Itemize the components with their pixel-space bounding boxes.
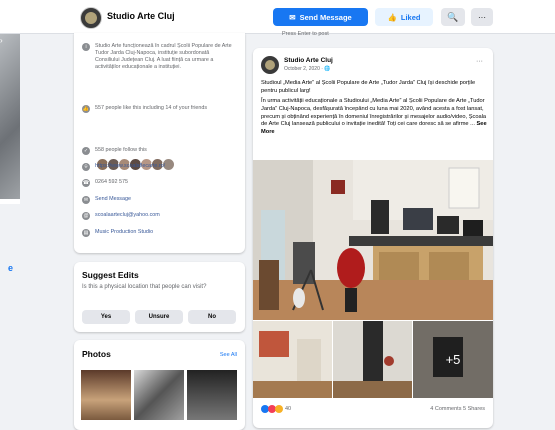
- globe-icon: ⌾: [82, 163, 90, 171]
- follows-row: ✓ 558 people follow this: [82, 147, 235, 155]
- see-all-link[interactable]: See All: [220, 352, 237, 358]
- post-card: Studio Arte Cluj October 2, 2020 · 🌐 ···…: [253, 48, 493, 428]
- comments-shares[interactable]: 4 Comments 5 Shares: [430, 406, 485, 412]
- follow-icon: ✓: [82, 147, 90, 155]
- page-header-bar: Studio Arte Cluj ✉ Send Message 👍 Liked …: [0, 0, 555, 34]
- website-row: ⌾ https://www.scoalaflecarte.ro/: [82, 163, 235, 171]
- page-name[interactable]: Studio Arte Cluj: [107, 11, 175, 21]
- post-reactions[interactable]: 40: [261, 405, 291, 413]
- post-date[interactable]: October 2, 2020 · 🌐: [284, 66, 331, 72]
- yes-button[interactable]: Yes: [82, 310, 130, 324]
- message-row: ✉ Send Message: [82, 196, 235, 204]
- post-photo-thumbnails: +5: [253, 321, 493, 398]
- photo-thumbnail[interactable]: [81, 370, 131, 420]
- search-icon: 🔍: [447, 11, 459, 22]
- photo-thumbnail[interactable]: [187, 370, 237, 420]
- email-icon: @: [82, 212, 90, 220]
- reactions-count: 40: [285, 406, 292, 412]
- info-icon: i: [82, 43, 90, 51]
- photo-thumbnail[interactable]: [134, 370, 184, 420]
- like-icon: 👍: [82, 105, 90, 113]
- photos-title: Photos: [82, 349, 111, 359]
- post-author[interactable]: Studio Arte Cluj: [284, 57, 333, 64]
- page-avatar[interactable]: [80, 7, 102, 29]
- category-row: ▤ Music Production Studio: [82, 229, 235, 237]
- liked-button[interactable]: 👍 Liked: [375, 8, 433, 26]
- post-thumbnail[interactable]: [253, 321, 332, 398]
- phone-number[interactable]: 0264 592 575: [95, 179, 235, 186]
- tag-icon: ▤: [82, 229, 90, 237]
- phone-icon: ☎: [82, 179, 90, 187]
- post-hint: Press Enter to post: [282, 31, 329, 37]
- about-description: Studio Arte funcționează în cadrul Școli…: [95, 43, 232, 71]
- send-message-button[interactable]: ✉ Send Message: [273, 8, 368, 26]
- post-text: Studioul „Media Arte” al Școlii Populare…: [261, 80, 487, 140]
- thumbnail-image: [253, 321, 332, 398]
- email-link[interactable]: scoalaartecluj@yahoo.com: [95, 212, 235, 219]
- post-thumbnail[interactable]: [333, 321, 412, 398]
- category-link[interactable]: Music Production Studio: [95, 229, 235, 236]
- post-paragraph-text: În urma activității educaționale a Studi…: [261, 98, 487, 128]
- post-paragraph-2: În urma activității educaționale a Studi…: [261, 98, 487, 136]
- phone-row: ☎ 0264 592 575: [82, 179, 235, 187]
- suggest-edits-card: Suggest Edits Is this a physical locatio…: [74, 262, 245, 332]
- studio-photo-image: [253, 160, 493, 320]
- post-paragraph: Studioul „Media Arte” al Școlii Populare…: [261, 80, 476, 94]
- liked-label: Liked: [400, 12, 421, 22]
- website-link[interactable]: https://www.scoalaflecarte.ro/: [95, 163, 235, 170]
- no-button[interactable]: No: [188, 310, 236, 324]
- ellipsis-icon: ···: [478, 12, 486, 22]
- send-message-label: Send Message: [299, 12, 352, 22]
- follows-text: 558 people follow this: [95, 147, 147, 153]
- messenger-icon: ✉: [289, 12, 296, 22]
- send-message-link[interactable]: Send Message: [95, 196, 235, 203]
- thumbnail-image: [333, 321, 412, 398]
- post-more-button[interactable]: ···: [476, 58, 483, 65]
- chevron-right-icon[interactable]: ›: [0, 36, 8, 46]
- haha-reaction-icon: [275, 405, 283, 413]
- about-description-row: i Studio Arte funcționează în cadrul Șco…: [82, 43, 235, 71]
- post-thumbnail[interactable]: +5: [413, 321, 493, 398]
- about-card: i Studio Arte funcționează în cadrul Șco…: [74, 33, 245, 253]
- left-partial-photo[interactable]: [0, 34, 20, 199]
- search-button[interactable]: 🔍: [441, 8, 465, 26]
- messenger-icon: ✉: [82, 196, 90, 204]
- likes-text: 557 people like this including 14 of you…: [95, 105, 208, 111]
- post-main-photo[interactable]: [253, 160, 493, 320]
- thumbs-up-icon: 👍: [387, 12, 397, 22]
- more-options-button[interactable]: ···: [471, 8, 493, 26]
- likes-row: 👍 557 people like this including 14 of y…: [82, 105, 235, 113]
- unsure-button[interactable]: Unsure: [135, 310, 183, 324]
- left-partial-link[interactable]: e: [8, 263, 13, 273]
- suggest-question: Is this a physical location that people …: [82, 284, 207, 290]
- suggest-edits-title: Suggest Edits: [82, 270, 139, 280]
- post-author-avatar[interactable]: [261, 56, 279, 74]
- more-photos-count[interactable]: +5: [413, 321, 493, 398]
- email-row: @ scoalaartecluj@yahoo.com: [82, 212, 235, 220]
